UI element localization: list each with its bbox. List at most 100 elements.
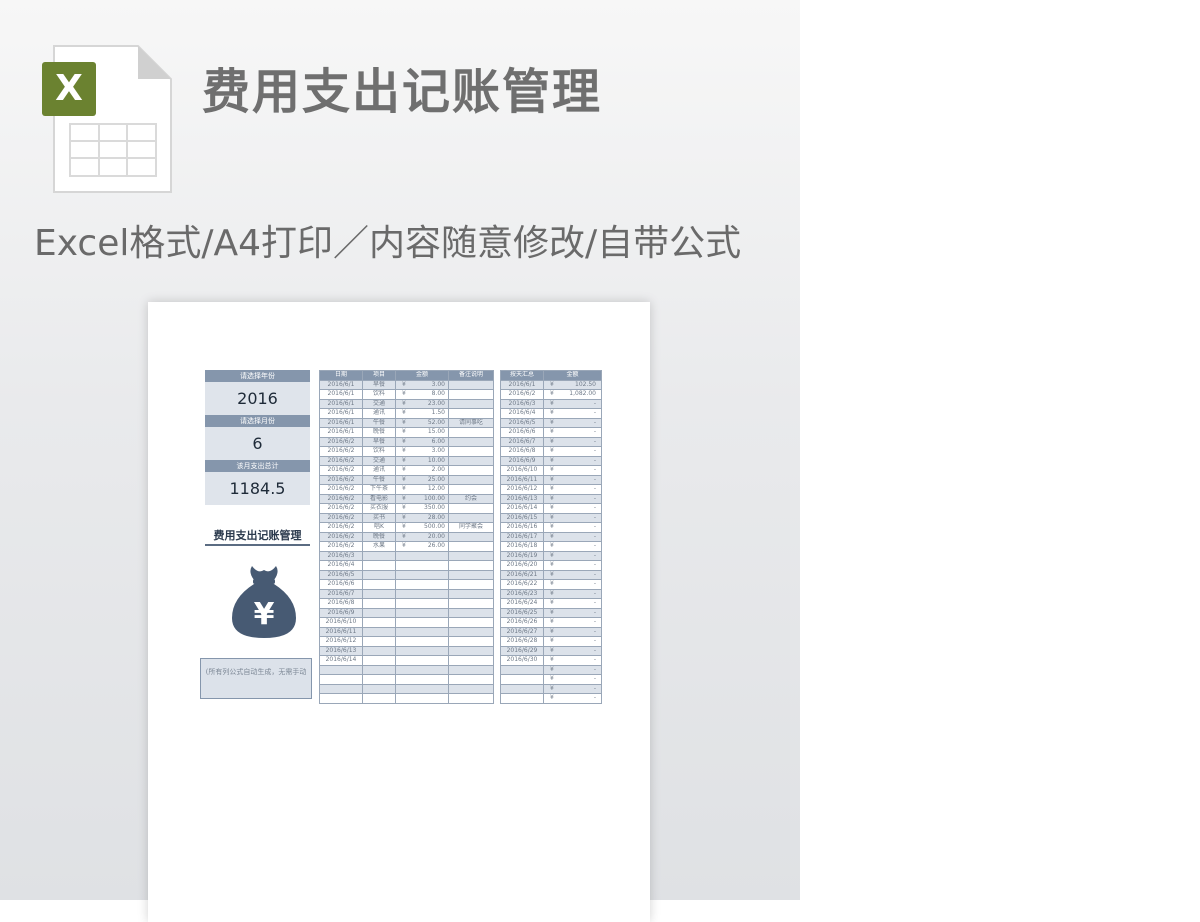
amount-cell[interactable] <box>395 626 449 637</box>
amount-cell[interactable] <box>395 674 449 685</box>
date-cell[interactable]: 2016/6/2 <box>319 474 363 485</box>
item-cell[interactable] <box>362 674 396 685</box>
amount-cell[interactable] <box>395 607 449 618</box>
item-cell[interactable]: 买衣服 <box>362 503 396 514</box>
date-cell[interactable]: 2016/6/1 <box>319 398 363 409</box>
date-cell[interactable]: 2016/6/2 <box>319 512 363 523</box>
note-cell[interactable] <box>448 512 494 523</box>
date-cell[interactable]: 2016/6/2 <box>319 503 363 514</box>
item-cell[interactable]: 午餐 <box>362 417 396 428</box>
note-cell[interactable] <box>448 427 494 438</box>
item-cell[interactable]: 早餐 <box>362 379 396 390</box>
note-cell[interactable] <box>448 645 494 656</box>
item-cell[interactable]: 早餐 <box>362 436 396 447</box>
date-cell[interactable]: 2016/6/1 <box>319 389 363 400</box>
amount-cell[interactable] <box>395 560 449 571</box>
note-cell[interactable] <box>448 503 494 514</box>
date-cell[interactable]: 2016/6/2 <box>319 531 363 542</box>
note-cell[interactable] <box>448 569 494 580</box>
item-cell[interactable] <box>362 607 396 618</box>
amount-cell[interactable] <box>395 636 449 647</box>
item-cell[interactable] <box>362 683 396 694</box>
item-cell[interactable] <box>362 664 396 675</box>
item-cell[interactable]: 通讯 <box>362 465 396 476</box>
item-cell[interactable]: 午餐 <box>362 474 396 485</box>
date-cell[interactable]: 2016/6/1 <box>319 417 363 428</box>
note-cell[interactable] <box>448 674 494 685</box>
amount-cell[interactable]: ¥26.00 <box>395 541 449 552</box>
item-cell[interactable]: 交通 <box>362 455 396 466</box>
item-cell[interactable]: 饮料 <box>362 389 396 400</box>
note-cell[interactable] <box>448 588 494 599</box>
amount-cell[interactable]: ¥20.00 <box>395 531 449 542</box>
amount-cell[interactable] <box>395 579 449 590</box>
date-cell[interactable]: 2016/6/5 <box>319 569 363 580</box>
amount-cell[interactable]: ¥500.00 <box>395 522 449 533</box>
note-cell[interactable]: 约会 <box>448 493 494 504</box>
date-cell[interactable]: 2016/6/2 <box>319 541 363 552</box>
item-cell[interactable] <box>362 693 396 704</box>
note-cell[interactable] <box>448 541 494 552</box>
date-cell[interactable]: 2016/6/8 <box>319 598 363 609</box>
date-cell[interactable]: 2016/6/2 <box>319 455 363 466</box>
amount-cell[interactable]: ¥100.00 <box>395 493 449 504</box>
item-cell[interactable] <box>362 636 396 647</box>
amount-cell[interactable] <box>395 617 449 628</box>
amount-cell[interactable]: ¥12.00 <box>395 484 449 495</box>
item-cell[interactable] <box>362 560 396 571</box>
date-cell[interactable]: 2016/6/14 <box>319 655 363 666</box>
amount-cell[interactable]: ¥10.00 <box>395 455 449 466</box>
item-cell[interactable]: 看电影 <box>362 493 396 504</box>
amount-cell[interactable]: ¥8.00 <box>395 389 449 400</box>
note-cell[interactable] <box>448 379 494 390</box>
item-cell[interactable] <box>362 579 396 590</box>
date-cell[interactable] <box>319 674 363 685</box>
note-cell[interactable] <box>448 598 494 609</box>
note-cell[interactable] <box>448 550 494 561</box>
note-cell[interactable] <box>448 455 494 466</box>
date-cell[interactable]: 2016/6/2 <box>319 436 363 447</box>
amount-cell[interactable]: ¥25.00 <box>395 474 449 485</box>
amount-cell[interactable] <box>395 550 449 561</box>
item-cell[interactable] <box>362 626 396 637</box>
amount-cell[interactable] <box>395 569 449 580</box>
date-cell[interactable]: 2016/6/2 <box>319 484 363 495</box>
amount-cell[interactable] <box>395 588 449 599</box>
item-cell[interactable] <box>362 655 396 666</box>
year-value[interactable]: 2016 <box>205 382 310 415</box>
date-cell[interactable]: 2016/6/1 <box>319 379 363 390</box>
item-cell[interactable] <box>362 598 396 609</box>
item-cell[interactable]: 买书 <box>362 512 396 523</box>
date-cell[interactable]: 2016/6/1 <box>319 427 363 438</box>
item-cell[interactable]: 饮料 <box>362 446 396 457</box>
item-cell[interactable]: 通讯 <box>362 408 396 419</box>
amount-cell[interactable]: ¥350.00 <box>395 503 449 514</box>
note-cell[interactable] <box>448 664 494 675</box>
item-cell[interactable]: 水果 <box>362 541 396 552</box>
note-cell[interactable] <box>448 446 494 457</box>
amount-cell[interactable]: ¥15.00 <box>395 427 449 438</box>
amount-cell[interactable]: ¥28.00 <box>395 512 449 523</box>
note-cell[interactable] <box>448 626 494 637</box>
note-cell[interactable] <box>448 693 494 704</box>
date-cell[interactable]: 2016/6/13 <box>319 645 363 656</box>
amount-cell[interactable] <box>395 645 449 656</box>
date-cell[interactable]: 2016/6/2 <box>319 493 363 504</box>
note-cell[interactable] <box>448 474 494 485</box>
note-cell[interactable] <box>448 560 494 571</box>
note-cell[interactable]: 请同事吃 <box>448 417 494 428</box>
note-cell[interactable] <box>448 408 494 419</box>
item-cell[interactable] <box>362 617 396 628</box>
amount-cell[interactable] <box>395 693 449 704</box>
amount-cell[interactable] <box>395 664 449 675</box>
note-cell[interactable] <box>448 484 494 495</box>
date-cell[interactable] <box>319 683 363 694</box>
date-cell[interactable] <box>319 664 363 675</box>
note-cell[interactable] <box>448 398 494 409</box>
amount-cell[interactable]: ¥1.50 <box>395 408 449 419</box>
amount-cell[interactable]: ¥2.00 <box>395 465 449 476</box>
item-cell[interactable] <box>362 645 396 656</box>
note-cell[interactable] <box>448 655 494 666</box>
item-cell[interactable] <box>362 569 396 580</box>
amount-cell[interactable]: ¥3.00 <box>395 446 449 457</box>
